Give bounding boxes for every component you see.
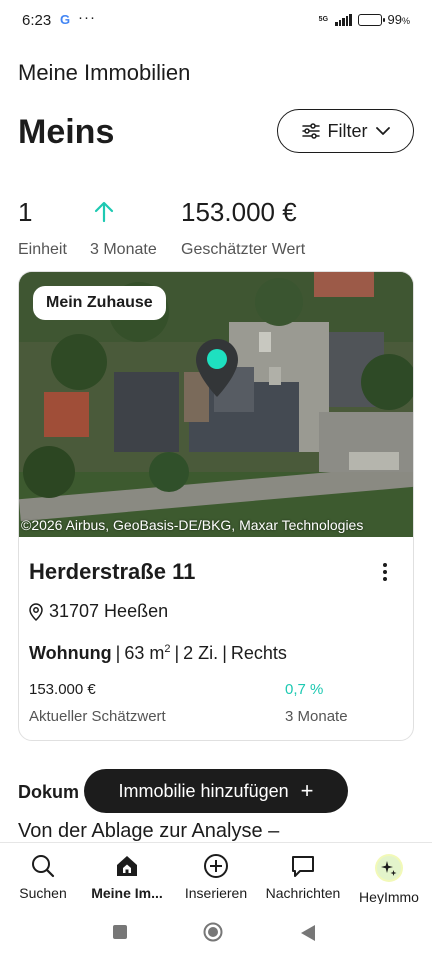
search-icon bbox=[32, 855, 55, 878]
property-street: Herderstraße 11 bbox=[29, 559, 196, 584]
nav-label-heyimmo: HeyImmo bbox=[359, 889, 419, 905]
units-label: Einheit bbox=[18, 241, 67, 258]
location-text: 31707 Heeßen bbox=[49, 601, 169, 621]
documents-title: Dokum bbox=[18, 782, 80, 802]
page-title: Meine Immobilien bbox=[18, 60, 191, 85]
more-vertical-icon[interactable] bbox=[381, 562, 389, 582]
estimated-value-label: Geschätzter Wert bbox=[181, 241, 306, 258]
signal-icon bbox=[335, 13, 352, 26]
nav-label-my-properties: Meine Im... bbox=[91, 885, 163, 901]
bottom-navigation: Suchen Meine Im... Inserieren Nachrichte… bbox=[0, 842, 432, 905]
price-change: 0,7 % bbox=[285, 681, 324, 698]
home-button-icon[interactable] bbox=[203, 922, 223, 942]
plus-icon: + bbox=[300, 778, 314, 803]
specs-divider: | bbox=[115, 643, 121, 663]
specs-divider: | bbox=[222, 643, 227, 663]
nav-item-heyimmo[interactable]: HeyImmo bbox=[346, 853, 432, 905]
system-navigation bbox=[0, 904, 432, 960]
filter-button[interactable]: Filter bbox=[277, 109, 414, 153]
specs-divider: | bbox=[174, 643, 180, 663]
sliders-icon bbox=[301, 123, 320, 139]
add-property-label: Immobilie hinzufügen bbox=[118, 780, 289, 801]
property-card[interactable]: Mein Zuhause ©2026 Airbus, GeoBasis-DE/B… bbox=[18, 271, 414, 741]
back-icon[interactable] bbox=[300, 924, 316, 942]
property-area: 63 m2 bbox=[124, 643, 171, 663]
sparkle-icon bbox=[375, 854, 403, 882]
documents-subtitle: Von der Ablage zur Analyse – bbox=[18, 820, 280, 842]
battery-percent: 99% bbox=[387, 12, 410, 27]
property-side: Rechts bbox=[230, 643, 287, 663]
price-change-period: 3 Monate bbox=[285, 708, 348, 725]
filter-label: Filter bbox=[327, 120, 368, 141]
recent-apps-icon[interactable] bbox=[112, 924, 128, 940]
chat-icon bbox=[292, 856, 314, 877]
satellite-map[interactable]: Mein Zuhause ©2026 Airbus, GeoBasis-DE/B… bbox=[19, 272, 413, 537]
period-label: 3 Monate bbox=[90, 241, 157, 258]
nav-label-publish: Inserieren bbox=[184, 885, 248, 901]
location-outline-icon bbox=[29, 602, 43, 621]
location-pin-icon bbox=[196, 339, 238, 397]
nav-item-search[interactable]: Suchen bbox=[0, 853, 86, 901]
add-property-button[interactable]: Immobilie hinzufügen + bbox=[84, 769, 348, 813]
nav-item-my-properties[interactable]: Meine Im... bbox=[84, 853, 170, 901]
google-icon: G bbox=[60, 12, 71, 27]
plus-circle-icon bbox=[204, 854, 228, 878]
section-title: Meins bbox=[18, 113, 115, 151]
map-credit: ©2026 Airbus, GeoBasis-DE/BKG, Maxar Tec… bbox=[21, 517, 364, 533]
battery-icon bbox=[357, 13, 385, 26]
property-specs: Wohnung | 63 m2 | 2 Zi. | Rechts bbox=[29, 643, 287, 664]
more-notifications-icon: ··· bbox=[78, 9, 96, 26]
nav-label-messages: Nachrichten bbox=[265, 885, 341, 901]
nav-item-publish[interactable]: Inserieren bbox=[173, 853, 259, 901]
home-icon bbox=[117, 856, 137, 876]
units-count: 1 bbox=[18, 197, 33, 227]
property-rooms: 2 Zi. bbox=[183, 643, 219, 663]
estimated-value: 153.000 € bbox=[181, 197, 297, 227]
status-indicators: 5G 99% bbox=[319, 12, 410, 27]
status-bar: 6:23 G ··· 5G 99% bbox=[0, 0, 432, 42]
property-location: 31707 Heeßen bbox=[29, 601, 168, 622]
home-badge: Mein Zuhause bbox=[33, 286, 166, 320]
property-type: Wohnung bbox=[29, 643, 112, 663]
arrow-up-icon bbox=[94, 201, 114, 223]
nav-label-search: Suchen bbox=[19, 885, 67, 901]
status-time: 6:23 bbox=[22, 12, 52, 29]
chevron-down-icon bbox=[375, 126, 390, 135]
network-label: 5G bbox=[318, 16, 329, 23]
nav-item-messages[interactable]: Nachrichten bbox=[260, 853, 346, 901]
current-price: 153.000 € bbox=[29, 681, 96, 698]
current-price-label: Aktueller Schätzwert bbox=[29, 708, 166, 725]
